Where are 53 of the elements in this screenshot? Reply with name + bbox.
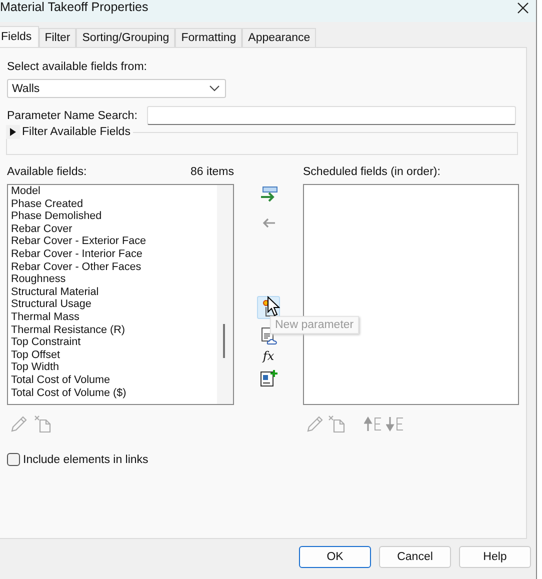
close-icon[interactable] — [517, 2, 529, 14]
pencil-icon[interactable] — [306, 415, 324, 433]
tab[interactable]: Formatting — [175, 28, 242, 47]
group-label: Filter Available Fields — [22, 126, 130, 138]
list-label: Available fields: — [7, 166, 87, 180]
list-item[interactable]: Model — [11, 185, 214, 198]
list-item[interactable]: Rebar Cover - Interior Face — [11, 248, 214, 261]
dialog-button[interactable]: OK — [299, 546, 371, 568]
checkbox-label: Include elements in links — [23, 454, 148, 466]
list-item[interactable]: Thermal Mass — [11, 310, 214, 324]
chevron-down-icon — [209, 85, 220, 92]
item-count: 86 items — [190, 166, 234, 180]
add-document-icon[interactable] — [260, 369, 278, 387]
scrollbar-thumb[interactable] — [223, 324, 225, 358]
delete-parameter-icon[interactable] — [328, 415, 346, 433]
dialog-button[interactable]: Cancel — [379, 546, 451, 568]
search-field[interactable] — [147, 106, 516, 125]
tab[interactable]: Appearance — [242, 28, 316, 47]
list-item[interactable]: Thermal Resistance (R) — [11, 324, 214, 336]
left-arrow-icon[interactable] — [262, 218, 276, 228]
tooltip: New parameter — [270, 316, 359, 334]
list-item[interactable]: Top Offset — [11, 348, 214, 362]
tab[interactable]: Filter — [38, 28, 76, 47]
move-up-icon[interactable] — [364, 416, 382, 432]
tab[interactable]: Sorting/Grouping — [76, 28, 176, 47]
list-item[interactable]: Total Cost of Volume — [11, 374, 214, 386]
list-item[interactable]: Roughness — [11, 273, 214, 286]
list-item[interactable]: Rebar Cover - Other Faces — [11, 260, 214, 274]
formula-button[interactable]: fx — [260, 349, 276, 363]
expand-arrow-icon — [10, 128, 16, 136]
list-item[interactable]: Rebar Cover — [11, 222, 214, 236]
list-item[interactable]: Phase Demolished — [11, 210, 214, 223]
list-item[interactable]: Phase Created — [11, 198, 214, 210]
pencil-icon[interactable] — [10, 415, 28, 433]
field-label: Parameter Name Search: — [7, 110, 138, 122]
source-dropdown[interactable]: Walls — [7, 79, 226, 98]
dialog-button[interactable]: Help — [459, 546, 531, 568]
window-title: Material Takeoff Properties — [0, 0, 148, 14]
list-label: Scheduled fields (in order): — [303, 166, 440, 180]
list-item[interactable]: Top Constraint — [11, 336, 214, 349]
checkbox[interactable] — [7, 453, 20, 466]
list-item[interactable]: Total Cost of Volume ($) — [11, 386, 214, 400]
mouse-pointer-icon — [267, 296, 280, 317]
list-item[interactable]: Top Width — [11, 361, 214, 374]
list-item[interactable]: Structural Material — [11, 286, 214, 298]
expand-button[interactable] — [6, 125, 20, 139]
list-item[interactable]: Rebar Cover - Exterior Face — [11, 235, 214, 248]
tab[interactable]: Fields — [0, 26, 39, 47]
delete-parameter-icon[interactable] — [34, 415, 52, 433]
move-down-icon[interactable] — [386, 416, 404, 432]
add-field-icon[interactable] — [260, 186, 278, 202]
field-label: Select available fields from: — [7, 61, 148, 73]
list-item[interactable]: Structural Usage — [11, 298, 214, 311]
